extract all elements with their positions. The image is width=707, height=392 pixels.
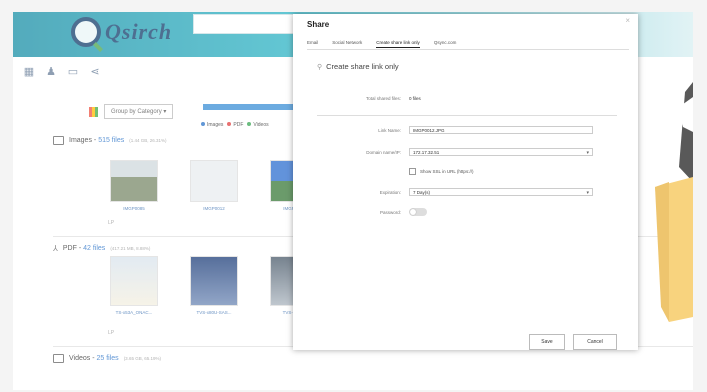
link-icon: ⚲ <box>317 63 323 71</box>
close-icon[interactable]: × <box>625 16 630 25</box>
app-window: Qsirch ▦ ♟ ▭ ⋖ Group by Category ▾ Image… <box>13 12 693 390</box>
tabs-divider <box>307 49 629 50</box>
save-button[interactable]: Save <box>529 334 565 350</box>
domain-row: Domain name/IP: 172.17.32.51 ▾ <box>293 148 638 158</box>
tab-email[interactable]: Email <box>307 40 318 48</box>
expiration-select[interactable]: 7 Day(s) ▾ <box>409 188 593 196</box>
link-name-row: Link Name: IMGP0012.JPG <box>293 126 638 136</box>
tab-qsync[interactable]: Qsync.com <box>434 40 457 48</box>
domain-select[interactable]: 172.17.32.51 ▾ <box>409 148 593 156</box>
ssl-checkbox-row: Show SSL in URL (https://) <box>409 168 473 175</box>
share-dialog: Share × Email Social Network Create shar… <box>293 14 638 350</box>
chevron-down-icon: ▾ <box>586 190 589 196</box>
ssl-checkbox[interactable] <box>409 168 416 175</box>
chevron-down-icon: ▾ <box>586 150 589 156</box>
password-toggle[interactable] <box>409 208 427 216</box>
tab-social-network[interactable]: Social Network <box>332 40 362 48</box>
section-heading: ⚲ Create share link only <box>317 62 399 71</box>
tab-create-share-link[interactable]: Create share link only <box>376 40 420 48</box>
cancel-button[interactable]: Cancel <box>573 334 617 350</box>
share-tabs: Email Social Network Create share link o… <box>307 40 456 48</box>
dialog-title: Share <box>307 20 330 29</box>
form-divider <box>317 115 617 116</box>
password-row: Password: <box>293 208 638 218</box>
expiration-row: Expiration: 7 Day(s) ▾ <box>293 188 638 198</box>
link-name-input[interactable]: IMGP0012.JPG <box>409 126 593 134</box>
